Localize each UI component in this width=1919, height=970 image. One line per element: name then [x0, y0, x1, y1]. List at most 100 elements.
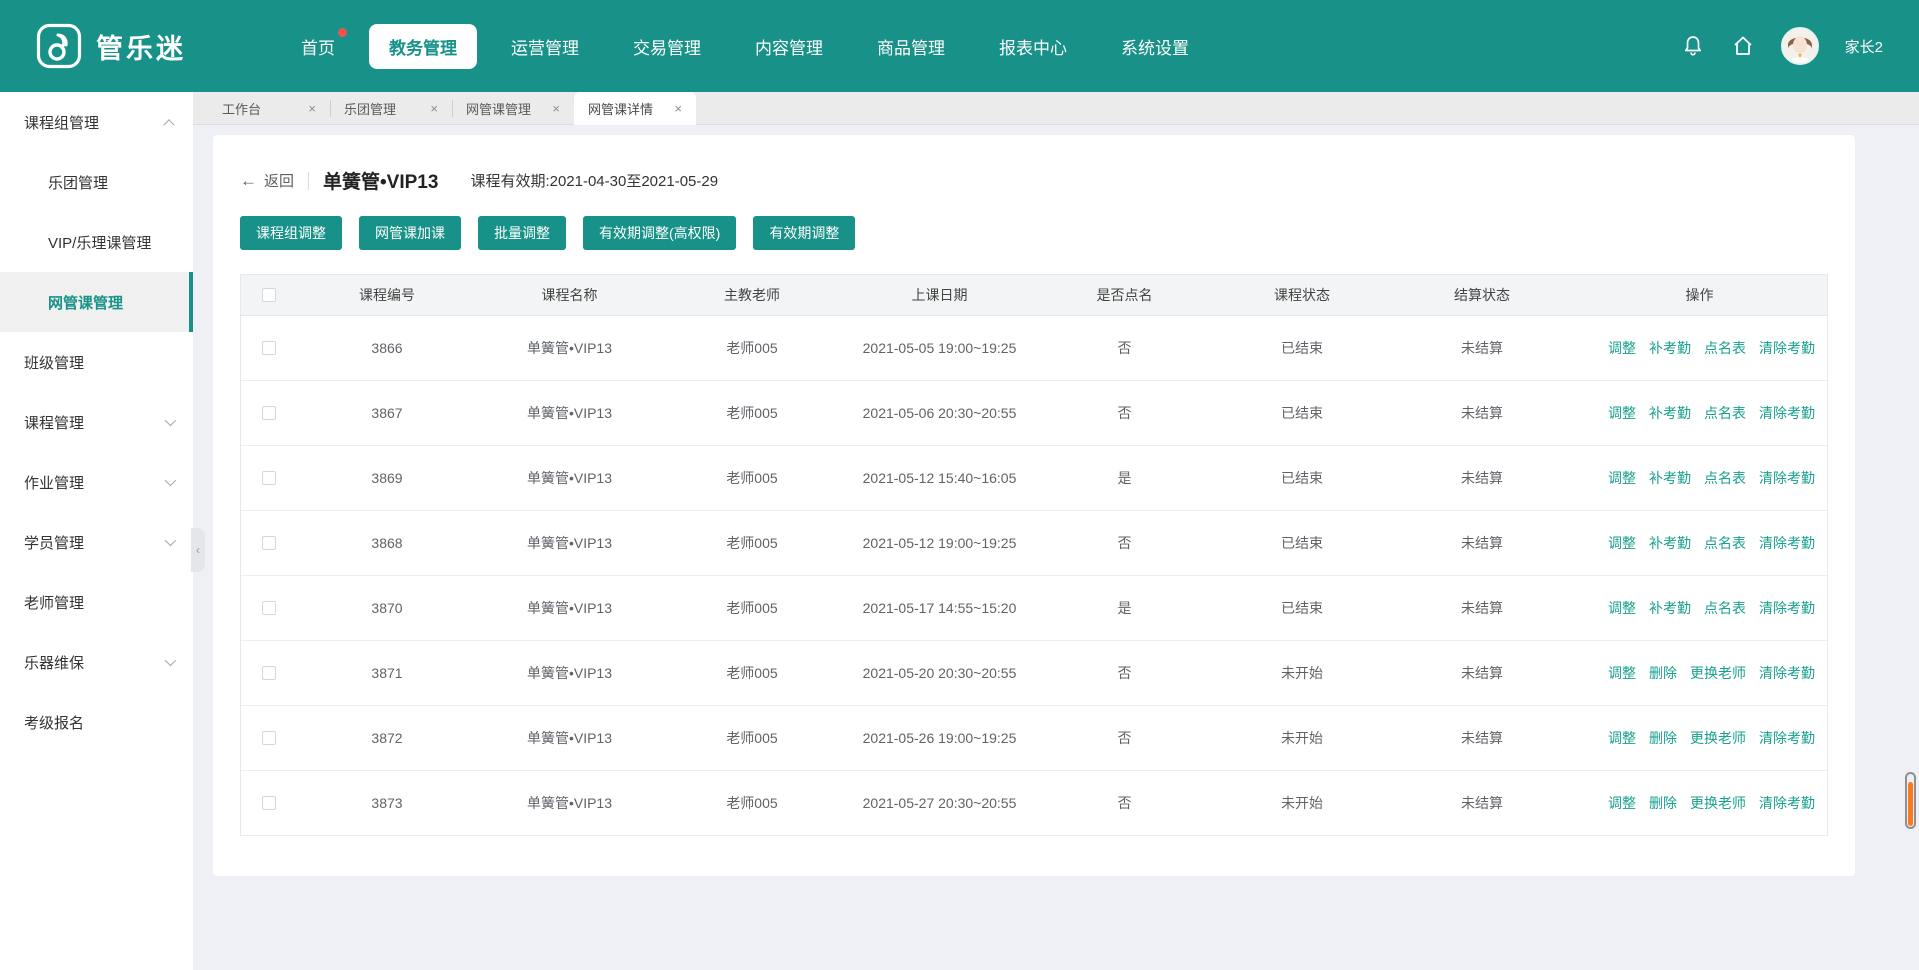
row-checkbox[interactable]: [262, 601, 276, 615]
class-date: 2021-05-26 19:00~19:25: [842, 730, 1037, 746]
sidebar: 课程组管理 乐团管理 VIP/乐理课管理 网管课管理 班级管理 课程管理 作业管…: [0, 92, 193, 970]
action-adjust[interactable]: 调整: [1608, 533, 1636, 553]
page-scrollbar-thumb[interactable]: [1908, 782, 1913, 826]
validity-adjust-high-priv-button[interactable]: 有效期调整(高权限): [583, 216, 736, 250]
action-adjust[interactable]: 调整: [1608, 663, 1636, 683]
action-delete[interactable]: 删除: [1649, 663, 1677, 683]
sidebar-item-homework[interactable]: 作业管理: [0, 452, 193, 512]
action-makeup-attendance[interactable]: 补考勤: [1649, 338, 1691, 358]
nav-item-reports[interactable]: 报表中心: [979, 24, 1087, 69]
nav-item-products[interactable]: 商品管理: [857, 24, 965, 69]
table-row: 3871 单簧管•VIP13 老师005 2021-05-20 20:30~20…: [241, 641, 1827, 706]
action-clear-attendance[interactable]: 清除考勤: [1759, 338, 1815, 358]
class-date: 2021-05-17 14:55~15:20: [842, 600, 1037, 616]
sidebar-item-course[interactable]: 课程管理: [0, 392, 193, 452]
action-change-teacher[interactable]: 更换老师: [1690, 728, 1746, 748]
row-checkbox[interactable]: [262, 731, 276, 745]
action-rollcall-sheet[interactable]: 点名表: [1704, 338, 1746, 358]
nav-item-home[interactable]: 首页: [281, 24, 355, 69]
course-name: 单簧管•VIP13: [477, 598, 662, 618]
tab-online-course[interactable]: 网管课管理 ×: [452, 92, 574, 125]
validity-adjust-button[interactable]: 有效期调整: [753, 216, 855, 250]
action-adjust[interactable]: 调整: [1608, 598, 1636, 618]
tab-workbench[interactable]: 工作台 ×: [208, 92, 330, 125]
sidebar-item-exam-registration[interactable]: 考级报名: [0, 692, 193, 752]
teacher: 老师005: [662, 663, 842, 683]
action-adjust[interactable]: 调整: [1608, 793, 1636, 813]
add-online-course-button[interactable]: 网管课加课: [359, 216, 461, 250]
close-icon[interactable]: ×: [550, 100, 562, 117]
username[interactable]: 家长2: [1845, 36, 1883, 57]
action-change-teacher[interactable]: 更换老师: [1690, 793, 1746, 813]
action-clear-attendance[interactable]: 清除考勤: [1759, 793, 1815, 813]
action-adjust[interactable]: 调整: [1608, 468, 1636, 488]
action-adjust[interactable]: 调整: [1608, 403, 1636, 423]
course-name: 单簧管•VIP13: [477, 468, 662, 488]
nav-item-transactions[interactable]: 交易管理: [613, 24, 721, 69]
select-all-checkbox[interactable]: [262, 288, 276, 302]
action-clear-attendance[interactable]: 清除考勤: [1759, 403, 1815, 423]
batch-adjust-button[interactable]: 批量调整: [478, 216, 566, 250]
sidebar-item-class[interactable]: 班级管理: [0, 332, 193, 392]
nav-item-settings[interactable]: 系统设置: [1101, 24, 1209, 69]
tab-online-course-detail[interactable]: 网管课详情 ×: [574, 92, 696, 125]
action-makeup-attendance[interactable]: 补考勤: [1649, 403, 1691, 423]
action-makeup-attendance[interactable]: 补考勤: [1649, 468, 1691, 488]
app-logo[interactable]: 管乐迷: [36, 23, 241, 69]
close-icon[interactable]: ×: [428, 100, 440, 117]
sidebar-item-students[interactable]: 学员管理: [0, 512, 193, 572]
nav-item-operations[interactable]: 运营管理: [491, 24, 599, 69]
main-nav: 首页 教务管理 运营管理 交易管理 内容管理 商品管理 报表中心 系统设置: [281, 24, 1209, 69]
row-checkbox[interactable]: [262, 536, 276, 550]
action-change-teacher[interactable]: 更换老师: [1690, 663, 1746, 683]
action-delete[interactable]: 删除: [1649, 793, 1677, 813]
action-clear-attendance[interactable]: 清除考勤: [1759, 663, 1815, 683]
action-adjust[interactable]: 调整: [1608, 338, 1636, 358]
sidebar-item-teachers[interactable]: 老师管理: [0, 572, 193, 632]
sidebar-collapse-handle[interactable]: ‹: [191, 528, 205, 572]
action-rollcall-sheet[interactable]: 点名表: [1704, 533, 1746, 553]
row-checkbox[interactable]: [262, 406, 276, 420]
sidebar-subitem-online-course[interactable]: 网管课管理: [0, 272, 193, 332]
sidebar-item-label: 考级报名: [24, 712, 84, 733]
tab-orchestra[interactable]: 乐团管理 ×: [330, 92, 452, 125]
back-button[interactable]: ← 返回: [240, 170, 294, 191]
action-makeup-attendance[interactable]: 补考勤: [1649, 533, 1691, 553]
close-icon[interactable]: ×: [672, 100, 684, 117]
action-clear-attendance[interactable]: 清除考勤: [1759, 468, 1815, 488]
action-rollcall-sheet[interactable]: 点名表: [1704, 468, 1746, 488]
sidebar-subitem-orchestra[interactable]: 乐团管理: [0, 152, 193, 212]
rollcall: 否: [1037, 338, 1212, 358]
close-icon[interactable]: ×: [306, 100, 318, 117]
row-checkbox[interactable]: [262, 471, 276, 485]
page-scrollbar[interactable]: [1905, 772, 1916, 829]
action-clear-attendance[interactable]: 清除考勤: [1759, 598, 1815, 618]
course-name: 单簧管•VIP13: [477, 728, 662, 748]
action-clear-attendance[interactable]: 清除考勤: [1759, 533, 1815, 553]
course-name: 单簧管•VIP13: [477, 533, 662, 553]
rollcall: 是: [1037, 598, 1212, 618]
bell-icon[interactable]: [1681, 34, 1705, 58]
nav-item-content[interactable]: 内容管理: [735, 24, 843, 69]
action-delete[interactable]: 删除: [1649, 728, 1677, 748]
content-area: ← 返回 单簧管•VIP13 课程有效期:2021-04-30至2021-05-…: [193, 125, 1919, 970]
action-rollcall-sheet[interactable]: 点名表: [1704, 598, 1746, 618]
avatar[interactable]: [1781, 27, 1819, 65]
action-clear-attendance[interactable]: 清除考勤: [1759, 728, 1815, 748]
nav-item-academic[interactable]: 教务管理: [369, 24, 477, 69]
home-icon[interactable]: [1731, 34, 1755, 58]
row-checkbox[interactable]: [262, 666, 276, 680]
action-makeup-attendance[interactable]: 补考勤: [1649, 598, 1691, 618]
col-course-id: 课程编号: [297, 285, 477, 305]
sidebar-item-course-group[interactable]: 课程组管理: [0, 92, 193, 152]
rollcall: 否: [1037, 403, 1212, 423]
sidebar-item-instrument-maintenance[interactable]: 乐器维保: [0, 632, 193, 692]
sidebar-subitem-vip-theory[interactable]: VIP/乐理课管理: [0, 212, 193, 272]
row-checkbox[interactable]: [262, 341, 276, 355]
adjust-course-group-button[interactable]: 课程组调整: [240, 216, 342, 250]
action-rollcall-sheet[interactable]: 点名表: [1704, 403, 1746, 423]
brand-icon: [36, 23, 82, 69]
col-course-name: 课程名称: [477, 285, 662, 305]
action-adjust[interactable]: 调整: [1608, 728, 1636, 748]
row-checkbox[interactable]: [262, 796, 276, 810]
